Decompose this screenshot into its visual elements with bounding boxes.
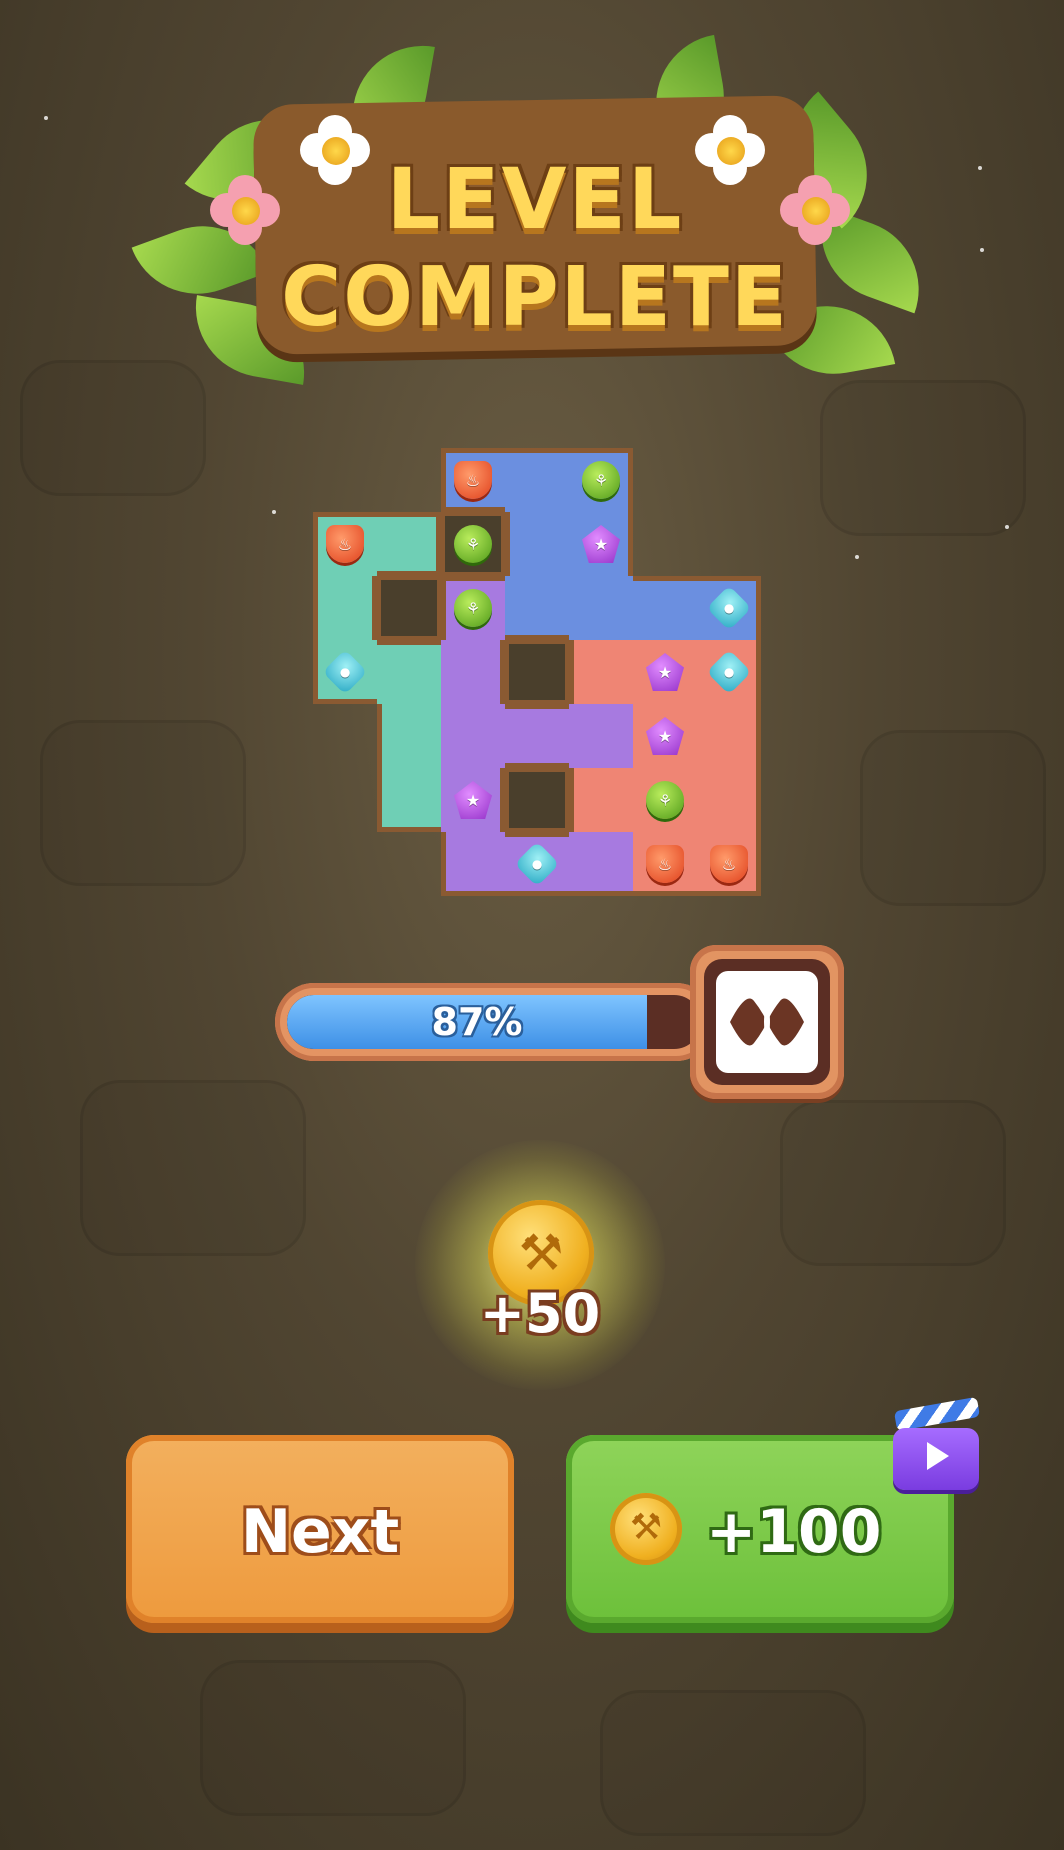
board-cell	[377, 704, 441, 768]
board-cell	[633, 576, 697, 640]
board-cell	[377, 640, 441, 704]
board-cell	[441, 704, 505, 768]
board-cell	[377, 512, 441, 576]
board-cell	[313, 576, 377, 640]
leaf-gem-icon: ⚘	[454, 589, 492, 627]
next-button-label: Next	[240, 1497, 400, 1567]
leaf-gem-icon: ⚘	[454, 525, 492, 563]
board-cell	[505, 512, 569, 576]
title-level: LEVEL	[386, 150, 684, 248]
board-cell	[569, 704, 633, 768]
bonus-button-label: +100	[706, 1497, 882, 1567]
puzzle-board: ♨ ⚘ ♨ ⚘ ★ ⚘ ● ● ★ ● ★ ★ ⚘ ● ♨ ♨	[313, 448, 761, 896]
sparkle	[44, 116, 48, 120]
sparkle	[980, 248, 984, 252]
board-cell	[505, 448, 569, 512]
fire-gem-icon: ♨	[454, 461, 492, 499]
board-hole	[505, 640, 569, 704]
sparkle	[272, 510, 276, 514]
knot-pattern-icon	[716, 971, 818, 1073]
background-stone	[200, 1660, 466, 1816]
board-cell	[569, 768, 633, 832]
leaf-gem-icon: ⚘	[646, 781, 684, 819]
board-cell	[697, 704, 761, 768]
board-cell	[505, 576, 569, 640]
leaf-gem-icon: ⚘	[582, 461, 620, 499]
sparkle	[1005, 525, 1009, 529]
board-cell	[441, 640, 505, 704]
board-hole	[505, 768, 569, 832]
board-hole	[377, 576, 441, 640]
board-cell	[569, 832, 633, 896]
fire-gem-icon: ♨	[326, 525, 364, 563]
progress-reward-icon	[690, 945, 844, 1099]
board-cell	[569, 640, 633, 704]
progress-bar: 87%	[275, 983, 715, 1061]
title-complete: COMPLETE	[281, 250, 789, 345]
background-stone	[780, 1100, 1006, 1266]
background-stone	[80, 1080, 306, 1256]
sparkle	[855, 555, 859, 559]
board-cell	[441, 832, 505, 896]
progress-percent: 87%	[431, 1000, 523, 1044]
background-stone	[600, 1690, 866, 1836]
background-stone	[40, 720, 246, 886]
progress-track: 87%	[287, 995, 701, 1049]
board-cell	[505, 704, 569, 768]
fire-gem-icon: ♨	[646, 845, 684, 883]
video-ad-icon	[893, 1396, 981, 1490]
reward-amount: +50	[479, 1282, 601, 1345]
background-stone	[860, 730, 1046, 906]
board-cell	[697, 768, 761, 832]
fire-gem-icon: ♨	[710, 845, 748, 883]
board-cell	[377, 768, 441, 832]
board-cell	[569, 576, 633, 640]
background-stone	[820, 380, 1026, 536]
level-complete-banner: LEVEL COMPLETE	[130, 34, 940, 395]
shovel-coin-icon: ⚒	[610, 1493, 682, 1565]
sparkle	[978, 166, 982, 170]
next-button[interactable]: Next	[126, 1435, 514, 1623]
